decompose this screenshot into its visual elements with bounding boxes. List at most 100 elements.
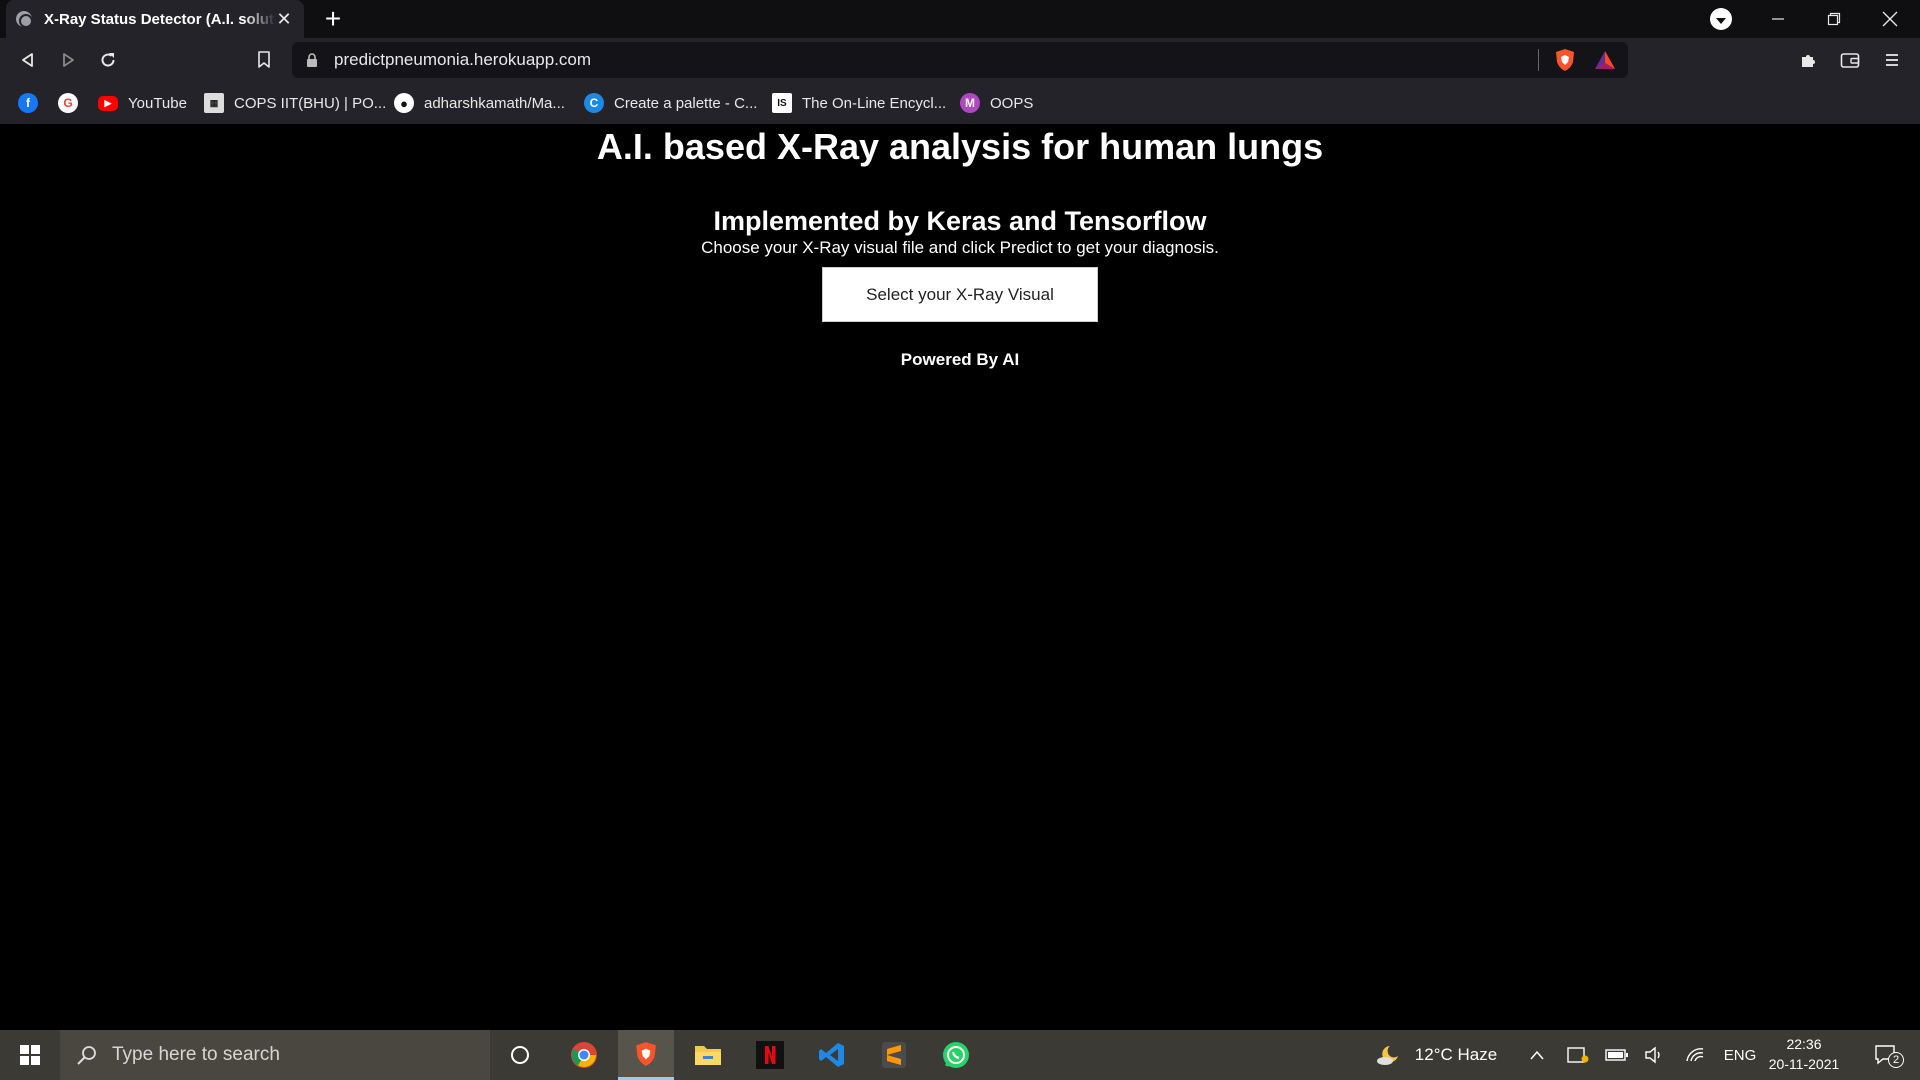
puzzle-icon [1802, 55, 1815, 67]
oops-icon: M [960, 93, 980, 113]
chevron-up-icon [1530, 1050, 1544, 1060]
taskbar-vscode[interactable] [804, 1030, 860, 1080]
back-icon [22, 53, 33, 67]
search-placeholder: Type here to search [112, 1044, 280, 1065]
bookmark-oeis[interactable]: IS The On-Line Encycl... [772, 92, 946, 114]
netflix-icon [756, 1041, 784, 1069]
bookmark-icon [258, 51, 270, 68]
show-hidden-icons[interactable] [1524, 1030, 1550, 1080]
page-subtitle: Implemented by Keras and Tensorflow [713, 206, 1207, 236]
oeis-icon: IS [772, 93, 792, 113]
notification-count: 2 [1888, 1052, 1904, 1068]
bookmark-oops[interactable]: M OOPS [960, 92, 1033, 114]
bookmark-label: COPS IIT(BHU) | PO... [234, 94, 387, 112]
folder-icon [695, 1046, 721, 1065]
vscode-icon [819, 1043, 844, 1067]
taskbar-whatsapp[interactable] [928, 1030, 984, 1080]
bookmark-label: Create a palette - C... [614, 94, 758, 112]
forward-button[interactable] [54, 46, 82, 74]
instructions-text: Choose your X-Ray visual file and click … [701, 238, 1219, 257]
brave-rewards-icon[interactable] [1594, 50, 1616, 70]
speaker-icon [1645, 1046, 1660, 1064]
globe-icon [16, 11, 33, 28]
wifi-icon [1686, 1048, 1704, 1062]
battery-status-icon [1605, 1049, 1628, 1061]
taskbar-file-explorer[interactable] [680, 1030, 736, 1080]
restore-button[interactable] [1806, 0, 1862, 38]
battery-icon[interactable] [1604, 1030, 1630, 1080]
youtube-icon: ▶ [98, 95, 118, 111]
clock-time: 22:36 [1786, 1036, 1822, 1052]
bookmark-youtube[interactable]: ▶ YouTube [98, 92, 187, 114]
extensions-button[interactable] [1794, 46, 1822, 74]
page-content: A.I. based X-Ray analysis for human lung… [0, 124, 1920, 1030]
google-icon: G [58, 93, 78, 113]
bookmark-label: adharshkamath/Ma... [424, 94, 565, 112]
address-bar[interactable]: predictpneumonia.herokuapp.com [292, 42, 1628, 78]
start-button[interactable] [0, 1030, 60, 1080]
hamburger-menu-icon [1886, 54, 1898, 66]
new-tab-button[interactable]: + [318, 4, 348, 34]
close-icon [1882, 11, 1898, 27]
taskbar-brave[interactable] [618, 1030, 674, 1080]
search-icon [77, 1046, 96, 1065]
network-icon[interactable] [1682, 1030, 1708, 1080]
tab-strip: X-Ray Status Detector (A.I. solution ✕ + [0, 0, 1920, 38]
weather-icon[interactable] [1374, 1030, 1402, 1080]
palette-icon: C [584, 93, 604, 113]
minimize-icon [1772, 18, 1784, 20]
tab-search-icon[interactable] [1710, 8, 1732, 30]
github-icon: ● [394, 93, 414, 113]
bookmark-label: YouTube [128, 94, 187, 112]
camera-icon [1567, 1047, 1589, 1063]
bookmark-google[interactable]: G [58, 92, 88, 114]
bookmark-github[interactable]: ● adharshkamath/Ma... [394, 92, 565, 114]
bookmark-palette[interactable]: C Create a palette - C... [584, 92, 757, 114]
reload-icon [101, 53, 115, 67]
taskbar-netflix[interactable] [742, 1030, 798, 1080]
browser-tab[interactable]: X-Ray Status Detector (A.I. solution ✕ [6, 0, 304, 38]
minimize-button[interactable] [1750, 0, 1806, 38]
taskbar-search-box[interactable]: Type here to search [60, 1030, 490, 1080]
divider [1538, 49, 1539, 71]
windows-logo-icon [20, 1045, 40, 1065]
bookmark-button[interactable] [250, 46, 278, 74]
volume-icon[interactable] [1642, 1030, 1668, 1080]
clock-date: 20-11-2021 [1768, 1056, 1840, 1072]
forward-icon [63, 53, 74, 67]
wallet-button[interactable] [1836, 46, 1864, 74]
restore-icon [1827, 12, 1841, 26]
clock[interactable]: 22:36 20-11-2021 [1766, 1034, 1842, 1074]
chrome-icon [571, 1042, 597, 1068]
bookmark-label: The On-Line Encycl... [802, 94, 947, 112]
brave-shields-icon[interactable] [1554, 48, 1576, 72]
cops-logo-icon: ▦ [204, 93, 224, 113]
wallet-icon [1840, 53, 1860, 68]
taskbar-chrome[interactable] [556, 1030, 612, 1080]
task-view-button[interactable] [492, 1030, 548, 1080]
bookmark-facebook[interactable]: f [18, 92, 48, 114]
close-window-button[interactable] [1862, 0, 1918, 38]
bookmark-cops[interactable]: ▦ COPS IIT(BHU) | PO... [204, 92, 386, 114]
sublime-icon [882, 1042, 906, 1068]
menu-button[interactable] [1878, 46, 1906, 74]
browser-toolbar: predictpneumonia.herokuapp.com [0, 38, 1920, 82]
cortana-icon [511, 1046, 529, 1064]
reload-button[interactable] [94, 46, 122, 74]
taskbar-sublime[interactable] [866, 1030, 922, 1080]
select-xray-button[interactable]: Select your X-Ray Visual [822, 267, 1098, 322]
powered-by-text: Powered By AI [900, 350, 1020, 369]
meet-now-icon[interactable] [1564, 1030, 1592, 1080]
tab-title: X-Ray Status Detector (A.I. solution [44, 10, 276, 28]
lock-icon [307, 53, 317, 67]
close-tab-icon[interactable]: ✕ [274, 9, 294, 29]
language-indicator[interactable]: ENG [1720, 1030, 1760, 1080]
page-title: A.I. based X-Ray analysis for human lung… [596, 126, 1324, 167]
notification-center-button[interactable]: 2 [1866, 1030, 1906, 1080]
weather-text[interactable]: 12°C Haze [1408, 1030, 1504, 1080]
url-text: predictpneumonia.herokuapp.com [334, 50, 592, 69]
moon-cloud-icon [1377, 1046, 1398, 1065]
whatsapp-icon [943, 1042, 969, 1068]
bookmarks-bar: f G ▶ YouTube ▦ COPS IIT(BHU) | PO... ● … [0, 82, 1920, 124]
back-button[interactable] [14, 46, 42, 74]
